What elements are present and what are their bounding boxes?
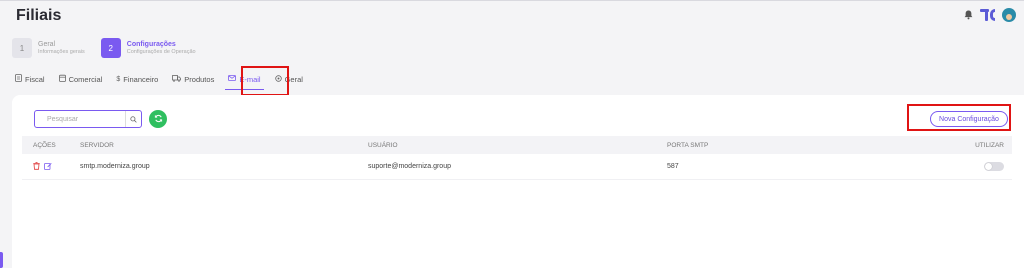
truck-icon [172, 74, 182, 84]
avatar[interactable] [1002, 8, 1016, 22]
tab-label: Comercial [68, 74, 103, 84]
new-configuration-button[interactable]: Nova Configuração [930, 111, 1008, 127]
step-number: 1 [12, 38, 32, 58]
tab-financeiro[interactable]: $ Financeiro [109, 72, 165, 86]
cell-usuario: suporte@moderniza.group [368, 163, 451, 170]
tab-geral[interactable]: Geral [268, 72, 310, 86]
calendar-icon [58, 74, 66, 84]
cell-utilizar [967, 162, 1012, 171]
email-config-card: Nova Configuração AÇÕES SERVIDOR USUÁRIO… [12, 95, 1024, 268]
config-tabs: Fiscal Comercial $ Financeiro Produtos E… [8, 72, 310, 90]
sidebar-edge-indicator[interactable] [0, 252, 3, 268]
step-geral[interactable]: 1 Geral Informações gerais [12, 38, 85, 58]
document-icon [15, 74, 22, 84]
step-configuracoes[interactable]: 2 Configurações Configurações de Operaçã… [100, 38, 196, 58]
refresh-button[interactable] [149, 110, 167, 128]
tab-label: Financeiro [123, 74, 159, 84]
tab-label: Fiscal [25, 74, 45, 84]
email-config-table: AÇÕES SERVIDOR USUÁRIO PORTA SMTP UTILIZ… [22, 136, 1012, 180]
step-subtitle: Informações gerais [38, 48, 85, 55]
header-actions [962, 8, 1016, 22]
tab-fiscal[interactable]: Fiscal [8, 72, 52, 86]
search-box [34, 110, 142, 128]
tab-email[interactable]: E-mail [221, 72, 267, 90]
edit-icon[interactable] [44, 162, 52, 172]
page-title: Filiais [16, 7, 62, 24]
trash-icon[interactable] [33, 161, 40, 172]
mail-icon [228, 75, 237, 83]
cell-porta: 587 [667, 163, 679, 170]
top-divider [0, 0, 1024, 1]
tab-produtos[interactable]: Produtos [165, 72, 221, 86]
dollar-icon: $ [116, 75, 121, 83]
utilizar-toggle[interactable] [984, 162, 1004, 171]
column-header-acoes: AÇÕES [33, 141, 56, 149]
step-number: 2 [100, 38, 121, 58]
tab-label: Produtos [184, 74, 215, 84]
search-input[interactable] [35, 115, 125, 123]
column-header-utilizar: UTILIZAR [975, 141, 1004, 149]
column-header-servidor: SERVIDOR [80, 141, 114, 149]
search-icon[interactable] [125, 111, 141, 127]
stepper: 1 Geral Informações gerais 2 Configuraçõ… [12, 38, 196, 58]
brand-logo-icon [980, 8, 996, 22]
table-row: smtp.moderniza.group suporte@moderniza.g… [22, 154, 1012, 180]
bell-icon[interactable] [962, 8, 974, 22]
cell-servidor: smtp.moderniza.group [80, 163, 150, 170]
column-header-usuario: USUÁRIO [368, 141, 398, 149]
gear-icon [274, 74, 282, 84]
refresh-icon [154, 110, 163, 128]
column-header-porta: PORTA SMTP [667, 141, 709, 149]
table-header: AÇÕES SERVIDOR USUÁRIO PORTA SMTP UTILIZ… [22, 136, 1012, 154]
tab-label: E-mail [239, 74, 261, 84]
step-subtitle: Configurações de Operação [126, 48, 196, 55]
step-title: Configurações [126, 40, 176, 48]
row-actions [22, 161, 70, 172]
tab-comercial[interactable]: Comercial [52, 72, 110, 86]
tab-label: Geral [284, 74, 303, 84]
step-title: Geral [38, 40, 56, 48]
